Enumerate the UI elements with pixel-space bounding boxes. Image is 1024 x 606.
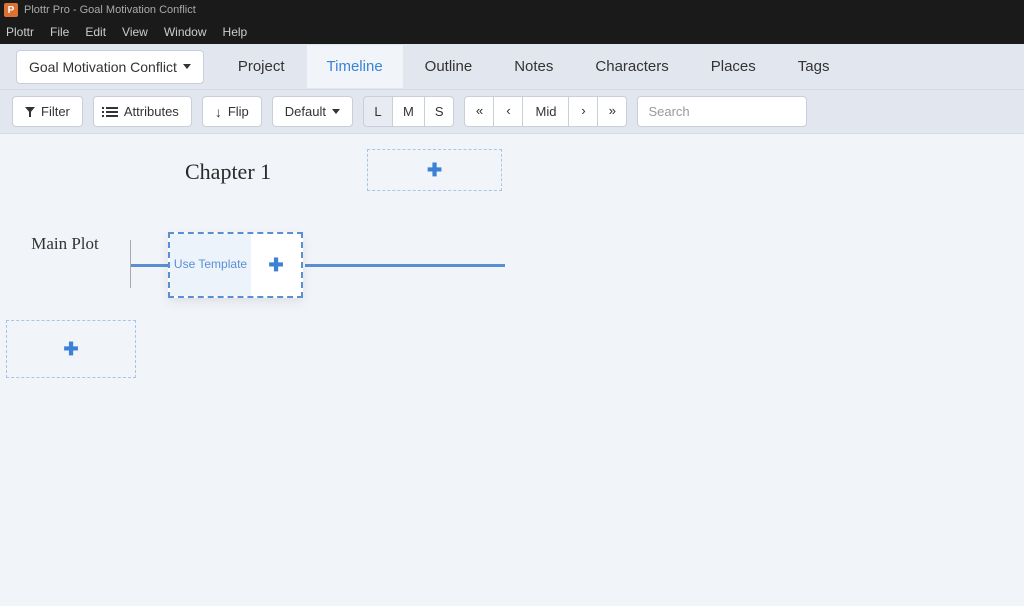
- filter-button[interactable]: Filter: [12, 96, 83, 127]
- menu-window[interactable]: Window: [164, 25, 207, 39]
- add-scene-button[interactable]: ✚: [251, 234, 301, 296]
- tab-outline[interactable]: Outline: [405, 45, 493, 88]
- tab-project[interactable]: Project: [218, 45, 305, 88]
- use-template-button[interactable]: Use Template: [170, 234, 251, 296]
- nav-group: « ‹ Mid › »: [464, 96, 627, 127]
- search-input[interactable]: [648, 104, 796, 119]
- double-chevron-right-icon: »: [609, 104, 617, 119]
- tab-timeline[interactable]: Timeline: [307, 45, 403, 88]
- add-plotline-button[interactable]: ✚: [6, 320, 136, 378]
- app-icon: P: [4, 3, 18, 17]
- plus-icon: ✚: [427, 160, 442, 181]
- size-group: L M S: [363, 96, 455, 127]
- timeline-canvas: Chapter 1 ✚ Main Plot Use Template ✚ ✚: [0, 134, 1024, 606]
- nav-tabs-row: Goal Motivation Conflict Project Timelin…: [0, 44, 1024, 90]
- tab-characters[interactable]: Characters: [575, 45, 688, 88]
- add-chapter-button[interactable]: ✚: [367, 149, 502, 191]
- menu-edit[interactable]: Edit: [85, 25, 106, 39]
- double-chevron-left-icon: «: [476, 104, 484, 119]
- nav-prev[interactable]: ‹: [493, 96, 523, 127]
- search-field[interactable]: [637, 96, 807, 127]
- list-icon: [106, 107, 118, 117]
- nav-last[interactable]: »: [597, 96, 627, 127]
- menu-help[interactable]: Help: [223, 25, 248, 39]
- project-dropdown[interactable]: Goal Motivation Conflict: [16, 50, 204, 84]
- plotline-label[interactable]: Main Plot: [0, 234, 130, 254]
- plotline-bar: [130, 264, 168, 267]
- chevron-right-icon: ›: [580, 104, 588, 119]
- nav-mid[interactable]: Mid: [522, 96, 569, 127]
- menu-view[interactable]: View: [122, 25, 148, 39]
- size-large[interactable]: L: [363, 96, 393, 127]
- chevron-left-icon: ‹: [505, 104, 513, 119]
- flip-button[interactable]: ↓ Flip: [202, 96, 262, 127]
- tab-tags[interactable]: Tags: [778, 45, 850, 88]
- menu-file[interactable]: File: [50, 25, 69, 39]
- filter-icon: [25, 107, 35, 117]
- plotline-bar: [305, 264, 505, 267]
- window-title: Plottr Pro - Goal Motivation Conflict: [24, 4, 196, 16]
- chevron-down-icon: [332, 109, 340, 114]
- use-template-label: Use Template: [174, 257, 247, 273]
- toolbar: Filter Attributes ↓ Flip Default L M S «…: [0, 90, 1024, 134]
- plus-icon: ✚: [268, 255, 283, 276]
- filter-label: Filter: [41, 104, 70, 119]
- scene-card-placeholder[interactable]: Use Template ✚: [168, 232, 303, 298]
- plus-icon: ✚: [63, 339, 78, 360]
- tab-places[interactable]: Places: [691, 45, 776, 88]
- size-small[interactable]: S: [424, 96, 455, 127]
- menu-plottr[interactable]: Plottr: [6, 25, 34, 39]
- nav-next[interactable]: ›: [568, 96, 598, 127]
- tab-notes[interactable]: Notes: [494, 45, 573, 88]
- project-dropdown-label: Goal Motivation Conflict: [29, 59, 177, 75]
- window-titlebar: P Plottr Pro - Goal Motivation Conflict: [0, 0, 1024, 20]
- nav-first[interactable]: «: [464, 96, 494, 127]
- default-label: Default: [285, 104, 326, 119]
- size-medium[interactable]: M: [392, 96, 425, 127]
- plotline-row: Main Plot: [0, 234, 130, 254]
- menu-bar: Plottr File Edit View Window Help: [0, 20, 1024, 44]
- chapter-title[interactable]: Chapter 1: [185, 159, 271, 185]
- default-dropdown[interactable]: Default: [272, 96, 353, 127]
- attributes-button[interactable]: Attributes: [93, 96, 192, 127]
- chevron-down-icon: [183, 64, 191, 69]
- flip-icon: ↓: [215, 105, 222, 119]
- attributes-label: Attributes: [124, 104, 179, 119]
- flip-label: Flip: [228, 104, 249, 119]
